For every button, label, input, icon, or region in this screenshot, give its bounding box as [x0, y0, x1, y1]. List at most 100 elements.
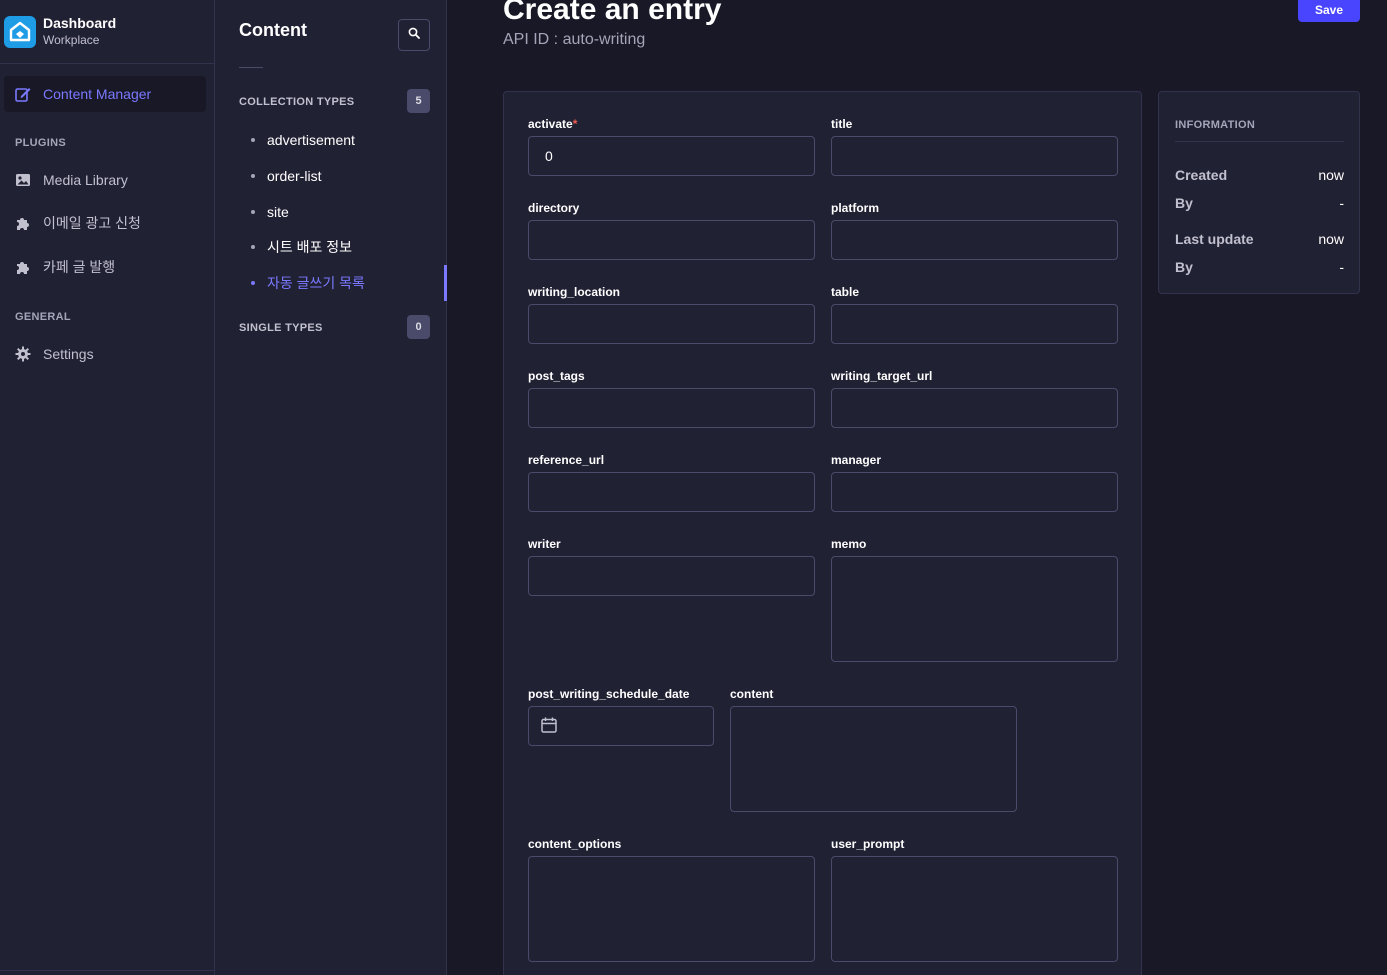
writing-location-label: writing_location [528, 285, 621, 299]
info-value: - [1339, 195, 1344, 211]
activate-label-text: activate [528, 117, 573, 131]
nav-item-label: Settings [43, 346, 94, 362]
platform-input[interactable] [831, 220, 1118, 260]
information-divider [1175, 141, 1344, 142]
post-tags-input[interactable] [528, 388, 815, 428]
user-prompt-textarea[interactable] [831, 856, 1118, 962]
brand-subtitle: Workplace [43, 33, 100, 47]
subnav-title: Content [239, 20, 307, 40]
required-mark: * [572, 117, 578, 131]
active-indicator [444, 265, 447, 301]
nav-item-cafe-post[interactable]: 카페 글 발행 [15, 257, 115, 277]
table-input[interactable] [831, 304, 1118, 344]
content-label: content [730, 687, 774, 701]
page-title: Create an entry [503, 0, 722, 26]
collection-item-label: 시트 배포 정보 [267, 239, 353, 255]
collection-count-badge: 5 [407, 89, 430, 113]
directory-input[interactable] [528, 220, 815, 260]
puzzle-icon [15, 259, 31, 275]
plugins-section-header: PLUGINS [15, 137, 66, 149]
title-input[interactable] [831, 136, 1118, 176]
collection-item-label: site [267, 204, 289, 220]
reference-url-label: reference_url [528, 453, 605, 467]
reference-url-input[interactable] [528, 472, 815, 512]
information-header: INFORMATION [1175, 119, 1256, 131]
info-created-by-row: By - [1175, 195, 1344, 211]
info-value: now [1318, 231, 1344, 247]
nav-item-label: Media Library [43, 172, 128, 188]
memo-textarea[interactable] [831, 556, 1118, 662]
search-icon [408, 26, 420, 44]
activate-input[interactable]: 0 [528, 136, 815, 176]
collection-item-site[interactable]: site [251, 202, 289, 222]
activate-label: activate* [528, 117, 577, 131]
bullet-icon [251, 174, 255, 178]
information-panel: INFORMATION Created now By - Last update… [1158, 91, 1360, 294]
user-prompt-label: user_prompt [831, 837, 905, 851]
content-options-label: content_options [528, 837, 622, 851]
writing-target-url-label: writing_target_url [831, 369, 933, 383]
collection-item-auto-writing[interactable]: 자동 글쓰기 목록 [251, 273, 365, 293]
collection-item-sheet-deploy[interactable]: 시트 배포 정보 [251, 237, 352, 257]
info-value: now [1318, 167, 1344, 183]
image-icon [15, 172, 31, 188]
bullet-icon [251, 138, 255, 142]
nav-item-settings[interactable]: Settings [15, 344, 94, 364]
bullet-icon [251, 245, 255, 249]
calendar-icon[interactable] [541, 717, 557, 736]
writing-location-input[interactable] [528, 304, 815, 344]
nav-item-label: 카페 글 발행 [43, 259, 116, 275]
writer-label: writer [528, 537, 561, 551]
collection-item-label: 자동 글쓰기 목록 [267, 275, 365, 291]
nav-item-label: Content Manager [43, 86, 152, 102]
nav-item-media-library[interactable]: Media Library [15, 170, 128, 190]
memo-label: memo [831, 537, 867, 551]
save-button[interactable]: Save [1298, 0, 1360, 22]
platform-label: platform [831, 201, 879, 215]
search-button[interactable] [398, 19, 430, 51]
pencil-square-icon [15, 86, 31, 102]
info-created-row: Created now [1175, 167, 1344, 183]
single-count-badge: 0 [407, 315, 430, 339]
writing-target-url-input[interactable] [831, 388, 1118, 428]
schedule-date-label: post_writing_schedule_date [528, 687, 690, 701]
post-tags-label: post_tags [528, 369, 585, 383]
nav-item-email-ad[interactable]: 이메일 광고 신청 [15, 213, 141, 233]
main-nav: Dashboard Workplace Content Manager PLUG… [0, 0, 215, 975]
collection-item-order-list[interactable]: order-list [251, 166, 321, 186]
info-updated-row: Last update now [1175, 231, 1344, 247]
info-key: Created [1175, 167, 1228, 183]
collection-types-header[interactable]: COLLECTION TYPES [239, 96, 354, 108]
collection-item-advertisement[interactable]: advertisement [251, 130, 355, 150]
brand[interactable]: Dashboard Workplace [0, 0, 214, 64]
writer-input[interactable] [528, 556, 815, 596]
nav-item-content-manager[interactable]: Content Manager [4, 76, 206, 112]
activate-value: 0 [545, 148, 553, 164]
api-id: API ID : auto-writing [503, 31, 646, 48]
content-textarea[interactable] [730, 706, 1017, 812]
content-options-textarea[interactable] [528, 856, 815, 962]
manager-input[interactable] [831, 472, 1118, 512]
general-section-header: GENERAL [15, 311, 71, 323]
title-label: title [831, 117, 853, 131]
puzzle-icon [15, 215, 31, 231]
entry-form: activate* 0 title directory platform wri… [503, 91, 1142, 975]
directory-label: directory [528, 201, 580, 215]
collection-item-label: advertisement [267, 132, 355, 148]
bullet-icon [251, 210, 255, 214]
brand-logo-icon [4, 15, 36, 48]
subnav-divider [239, 67, 263, 68]
collection-item-label: order-list [267, 168, 322, 184]
content-subnav: Content COLLECTION TYPES 5 advertisement… [215, 0, 447, 975]
nav-item-label: 이메일 광고 신청 [43, 215, 141, 231]
info-key: Last update [1175, 231, 1254, 247]
bullet-icon [251, 281, 255, 285]
info-value: - [1339, 259, 1344, 275]
schedule-date-picker[interactable] [528, 706, 714, 746]
table-label: table [831, 285, 860, 299]
nav-bottom-divider [0, 970, 215, 971]
brand-title: Dashboard [43, 15, 117, 31]
single-types-header[interactable]: SINGLE TYPES [239, 322, 323, 334]
gear-icon [15, 346, 31, 362]
info-key: By [1175, 195, 1193, 211]
